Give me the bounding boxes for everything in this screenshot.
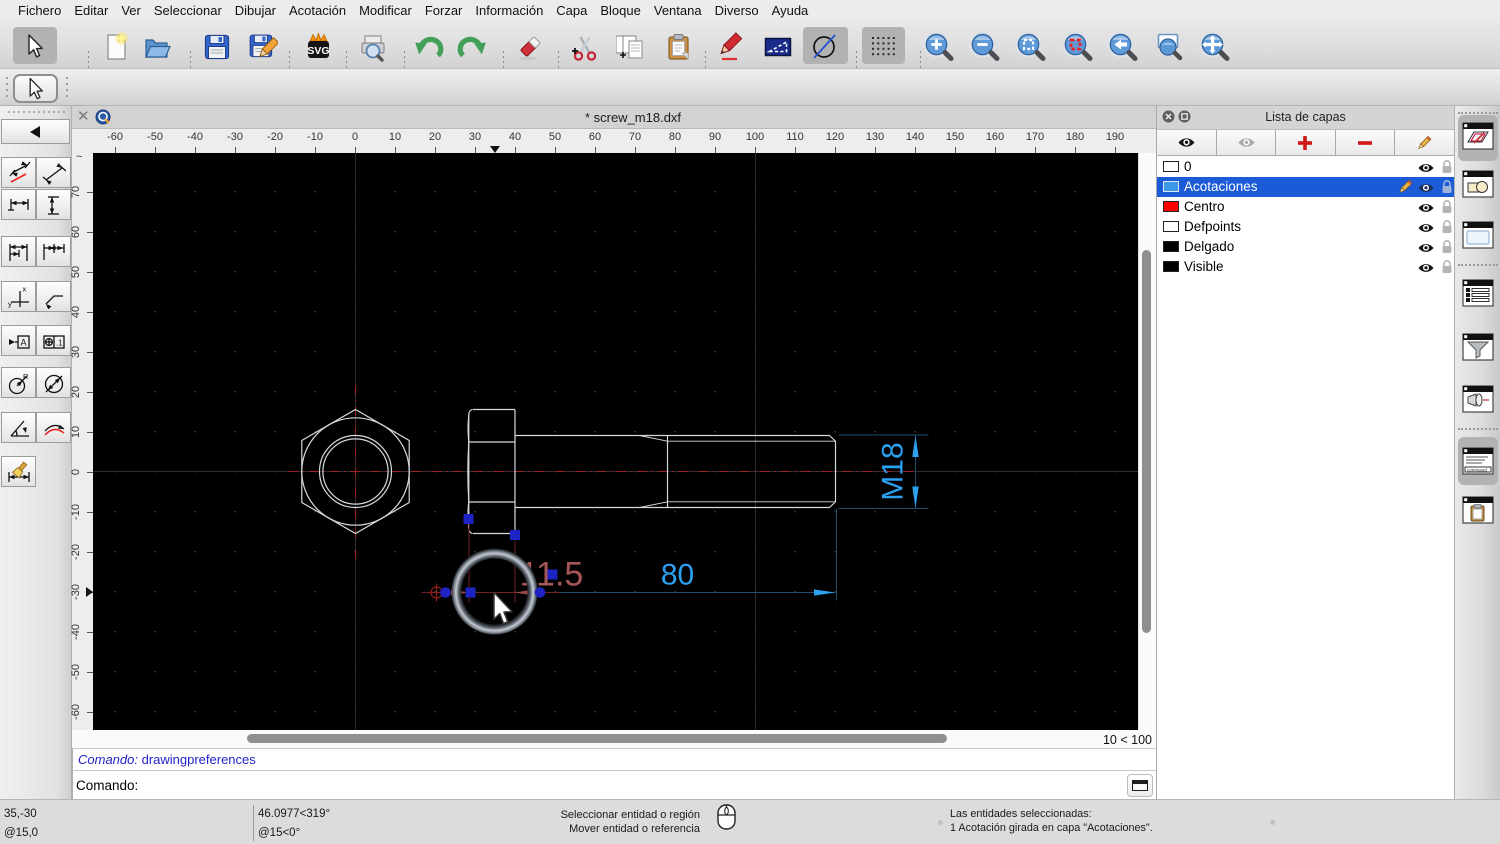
svg-text:y: y — [8, 300, 12, 309]
svg-text:A: A — [21, 338, 27, 348]
svg-text:command: command — [1467, 468, 1487, 473]
svg-text:R: R — [23, 372, 29, 381]
svg-text:.1: .1 — [56, 339, 63, 348]
svg-text:80: 80 — [661, 559, 694, 592]
svg-text:SVG: SVG — [307, 45, 329, 57]
svg-text:x: x — [23, 285, 27, 294]
svg-text:M18: M18 — [876, 442, 909, 500]
